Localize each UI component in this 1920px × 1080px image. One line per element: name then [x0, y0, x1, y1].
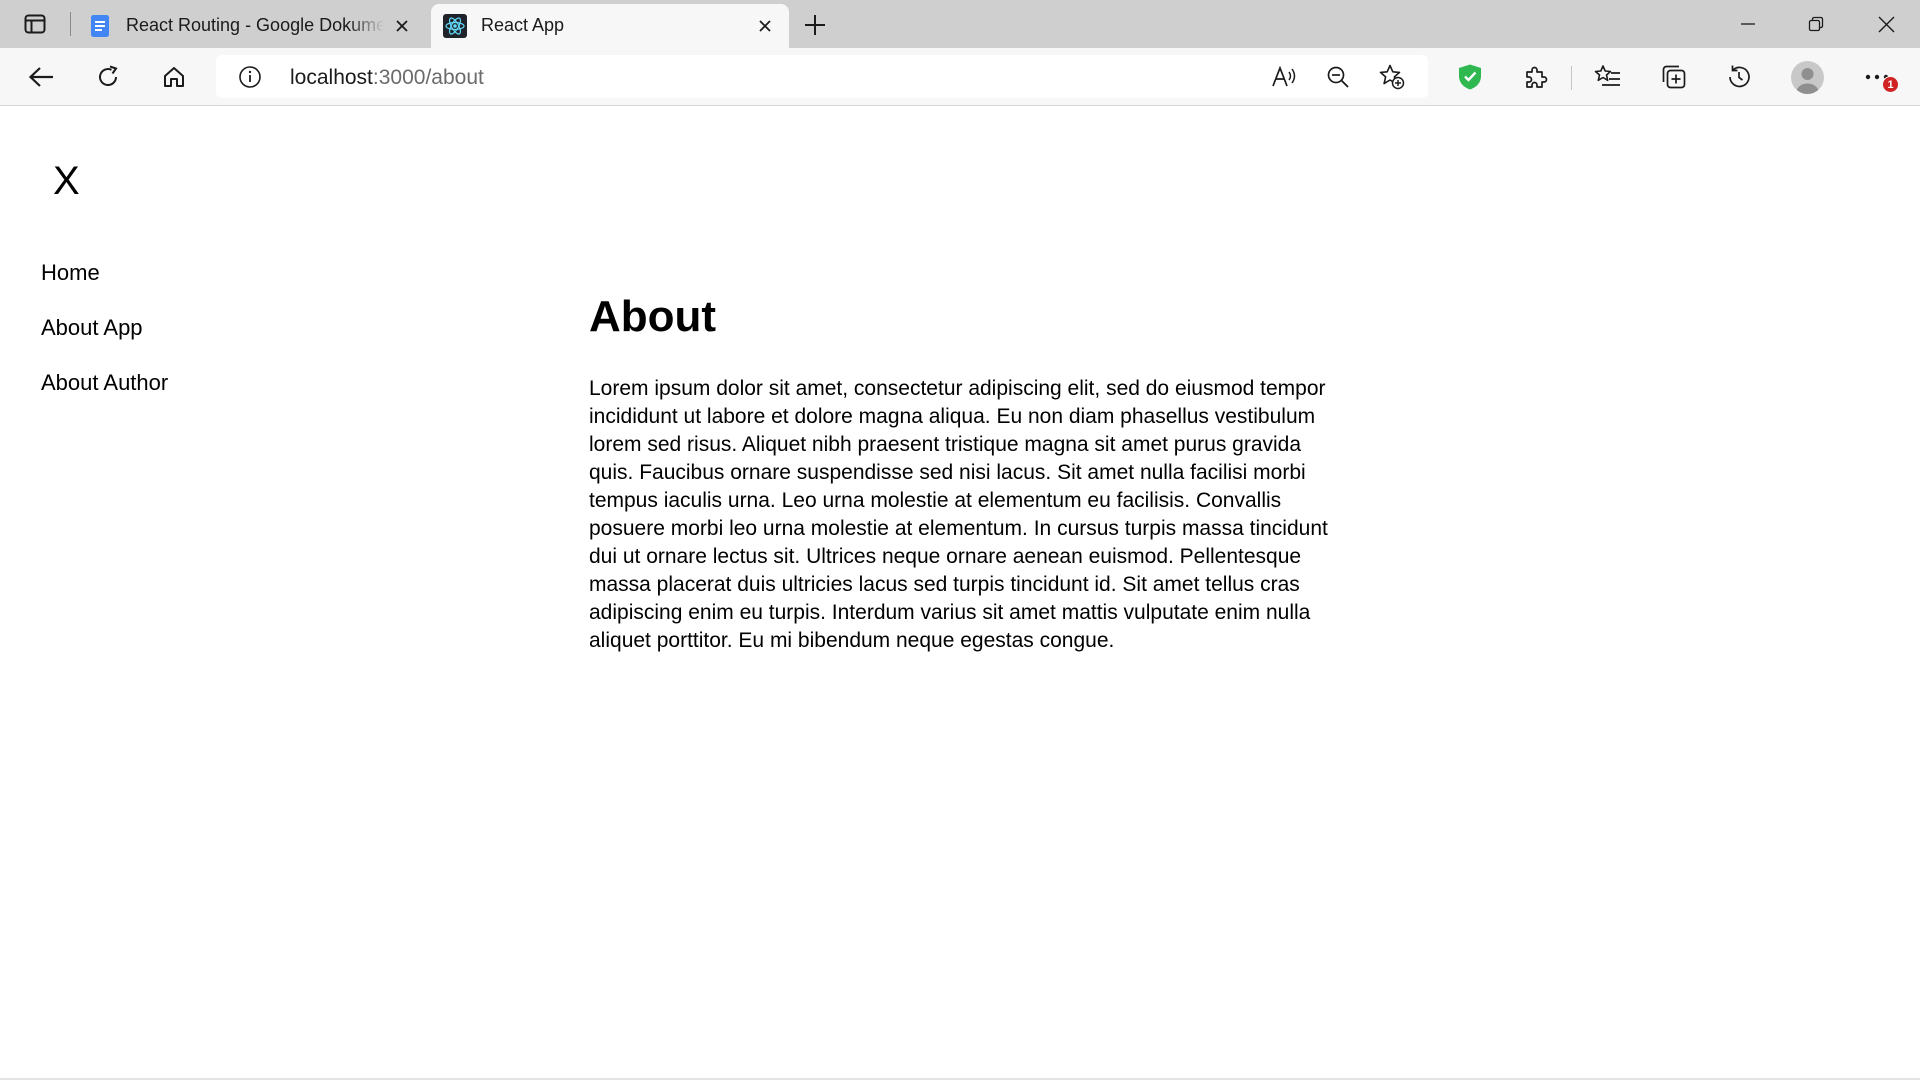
browser-toolbar: localhost:3000/about 1 [0, 48, 1920, 106]
tab-react-app[interactable]: React App [431, 4, 789, 48]
browser-guard-button[interactable] [1453, 60, 1487, 94]
about-paragraph: Lorem ipsum dolor sit amet, consectetur … [589, 377, 1328, 652]
menu-close-button[interactable]: X [53, 161, 80, 201]
restore-icon [1808, 16, 1824, 32]
read-aloud-icon [1272, 65, 1296, 87]
tab-close-button[interactable] [755, 16, 775, 36]
add-favorite-button[interactable] [1378, 63, 1406, 91]
new-tab-button[interactable] [800, 10, 830, 40]
site-info-button[interactable] [238, 65, 262, 89]
page-content: X Home About App About Author About Lore… [0, 107, 1920, 1080]
history-icon [1729, 65, 1750, 88]
history-button[interactable] [1722, 60, 1756, 94]
home-icon [164, 67, 184, 87]
star-add-icon [1379, 64, 1405, 90]
tab-title: React Routing - Google Dokumen [126, 15, 384, 35]
window-close-button[interactable] [1852, 0, 1920, 48]
reload-icon [99, 65, 118, 86]
puzzle-icon [1526, 66, 1548, 88]
close-icon [1878, 16, 1894, 32]
main-content: About Lorem ipsum dolor sit amet, consec… [589, 295, 1334, 655]
zoom-out-button[interactable] [1324, 63, 1352, 91]
tab-strip: React Routing - Google Dokumen React App [0, 0, 1920, 48]
url-host: localhost [290, 66, 373, 89]
tab-actions-button[interactable] [17, 11, 53, 37]
minimize-icon [1741, 23, 1755, 25]
toolbar-separator [1571, 66, 1572, 90]
close-icon [759, 20, 771, 32]
collections-button[interactable] [1657, 60, 1691, 94]
nav-link-about-author[interactable]: About Author [41, 372, 168, 427]
page-title: About [589, 292, 717, 341]
shield-icon [1459, 64, 1481, 90]
collections-icon [1662, 65, 1686, 89]
react-icon [443, 14, 467, 38]
address-bar[interactable]: localhost:3000/about [216, 55, 1428, 98]
nav-link-home[interactable]: Home [41, 262, 168, 317]
zoom-out-icon [1327, 66, 1349, 88]
favorites-button[interactable] [1591, 60, 1625, 94]
tab-google-docs[interactable]: React Routing - Google Dokumen [76, 4, 426, 48]
minimize-button[interactable] [1714, 0, 1782, 48]
back-button[interactable] [24, 60, 58, 94]
tab-actions-icon [24, 14, 46, 34]
extensions-button[interactable] [1519, 60, 1553, 94]
tab-close-button[interactable] [392, 16, 412, 36]
url-text[interactable]: localhost:3000/about [290, 66, 484, 90]
close-icon [396, 20, 408, 32]
home-button[interactable] [157, 60, 191, 94]
tab-title: React App [481, 15, 565, 35]
favorites-list-icon [1594, 65, 1620, 86]
info-icon [239, 66, 261, 88]
sidebar-nav: Home About App About Author [41, 262, 168, 427]
arrow-left-icon [28, 67, 53, 87]
read-aloud-button[interactable] [1270, 63, 1298, 91]
notification-badge: 1 [1882, 76, 1899, 93]
plus-icon [805, 15, 825, 35]
url-path: :3000/about [372, 66, 484, 89]
profile-avatar[interactable] [1791, 61, 1824, 94]
nav-link-about-app[interactable]: About App [41, 317, 168, 372]
reload-button[interactable] [91, 60, 125, 94]
person-icon [1796, 68, 1819, 94]
google-docs-icon [91, 15, 109, 37]
restore-button[interactable] [1782, 0, 1850, 48]
tab-separator [70, 12, 71, 36]
